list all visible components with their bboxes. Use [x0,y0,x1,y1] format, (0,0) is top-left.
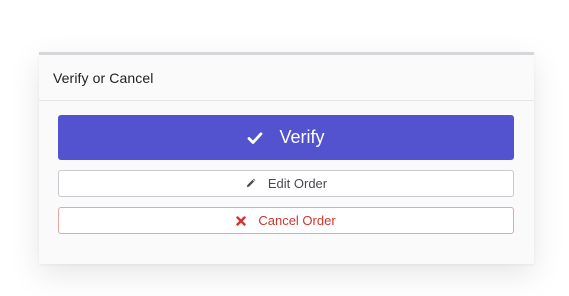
card-header: Verify or Cancel [39,55,534,101]
verify-button-label: Verify [279,127,325,147]
cancel-order-button-label: Cancel Order [258,213,336,228]
edit-order-button[interactable]: Edit Order [58,170,514,197]
verify-cancel-card: Verify or Cancel Verify Edit Order Cance… [39,52,534,264]
check-icon [247,130,263,146]
page: Verify or Cancel Verify Edit Order Cance… [0,0,569,296]
card-title: Verify or Cancel [53,69,154,86]
pencil-icon [245,178,256,189]
card-body: Verify Edit Order Cancel Order [39,101,534,234]
cancel-order-button[interactable]: Cancel Order [58,207,514,234]
verify-button[interactable]: Verify [58,115,514,160]
edit-order-button-label: Edit Order [267,176,328,191]
x-icon [236,215,247,226]
